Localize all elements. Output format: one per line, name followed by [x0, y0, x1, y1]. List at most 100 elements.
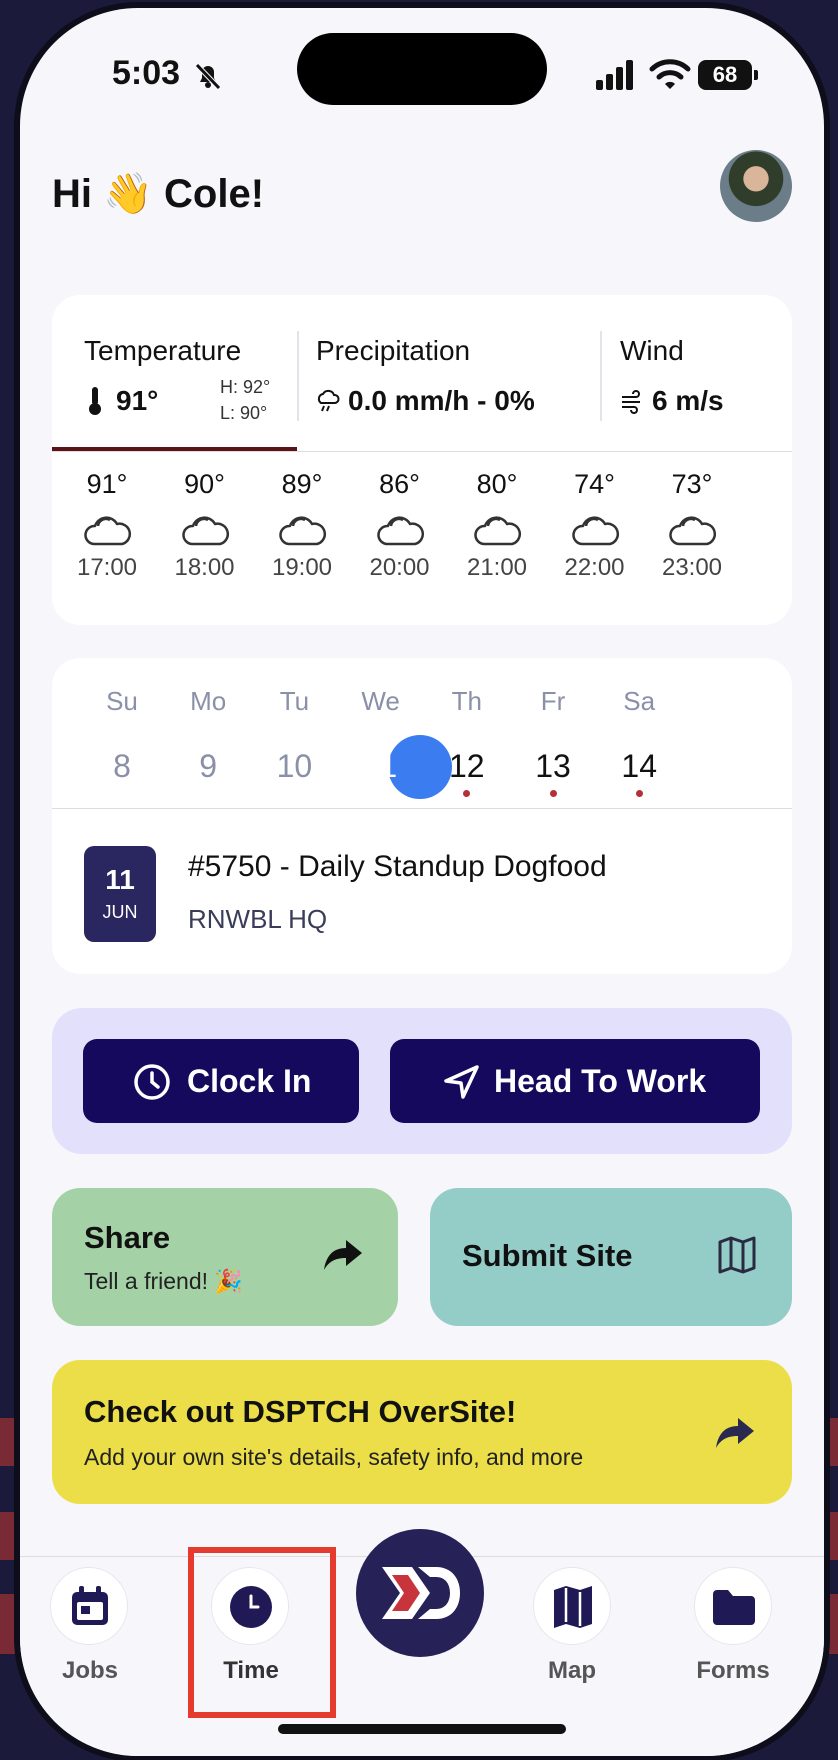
- battery-indicator: 68: [698, 60, 758, 90]
- submit-site-title: Submit Site: [462, 1238, 633, 1273]
- temperature-value: 91°: [116, 385, 159, 416]
- hourly-temperature: 90°: [184, 469, 225, 499]
- event-dot: [463, 790, 471, 797]
- event-dot: [377, 790, 385, 797]
- tab-jobs[interactable]: [50, 1567, 128, 1645]
- phone-screen: 5:03 68 Hi 👋 Cole! Temperature 91° H: 92…: [20, 8, 824, 1756]
- rain-cloud-icon: [317, 389, 340, 412]
- divider: [600, 331, 602, 421]
- day-of-week-label: Su: [106, 686, 138, 716]
- precipitation-value: 0.0 mm/h - 0%: [348, 385, 535, 416]
- cloud-icon: [474, 516, 521, 546]
- wind-value: 6 m/s: [652, 385, 724, 416]
- calendar-card: Su 8 Mo 9 Tu 10 We 11 Th 12 Fr 13 Sa 14 11 JUN #5750 …: [52, 658, 792, 974]
- job-location: RNWBL HQ: [188, 904, 328, 934]
- job-date-month: JUN: [102, 902, 138, 922]
- tab-jobs-label[interactable]: Jobs: [20, 1657, 160, 1685]
- day-number[interactable]: 14: [591, 748, 687, 785]
- day-number[interactable]: 10: [246, 748, 342, 785]
- head-to-work-button[interactable]: Head To Work: [390, 1039, 760, 1123]
- day-number[interactable]: 11: [333, 748, 429, 785]
- hourly-temperature: 80°: [476, 469, 518, 499]
- cloud-icon: [669, 516, 716, 546]
- tab-forms-label[interactable]: Forms: [663, 1657, 803, 1685]
- day-number[interactable]: 13: [505, 748, 601, 785]
- cloud-icon: [181, 516, 229, 546]
- cloud-icon: [571, 516, 619, 546]
- hourly-time: 19:00: [271, 554, 333, 581]
- hourly-forecast: 91° 17:00 90° 18:00 89° 19:00 86° 20:00 80° 21:00…: [52, 469, 792, 609]
- day-of-week-label: Tu: [279, 686, 310, 716]
- day-of-week-label: Fr: [540, 686, 566, 716]
- hourly-forecast-item: 91° 17:00: [59, 469, 155, 582]
- tab-forms[interactable]: [694, 1567, 772, 1645]
- hourly-forecast-item: 80° 21:00: [449, 469, 545, 582]
- event-dot: [635, 790, 643, 797]
- navigation-arrow-icon: [444, 1065, 479, 1099]
- wifi-icon: [649, 59, 691, 89]
- temperature-low: L: 90°: [220, 403, 268, 423]
- bell-muted-icon: [195, 63, 221, 90]
- hourly-time: 23:00: [661, 554, 723, 581]
- day-number[interactable]: 8: [74, 748, 170, 785]
- divider: [52, 808, 792, 809]
- divider: [297, 331, 299, 421]
- action-panel: Clock In Head To Work: [52, 1008, 792, 1154]
- map-icon: [554, 1586, 592, 1628]
- event-dot: [549, 790, 557, 797]
- promo-subtitle: Add your own site's details, safety info…: [84, 1444, 584, 1470]
- job-date-badge: 11 JUN: [84, 846, 156, 942]
- tab-map[interactable]: [533, 1567, 611, 1645]
- temperature-high: H: 92°: [220, 377, 271, 397]
- head-to-work-label: Head To Work: [494, 1063, 707, 1099]
- hourly-forecast-item: 86° 20:00: [352, 469, 448, 582]
- map-icon: [718, 1236, 756, 1274]
- hourly-forecast-item: 73° 23:00: [644, 469, 740, 582]
- day-of-week-label: We: [361, 686, 400, 716]
- dynamic-island: [297, 33, 547, 105]
- status-time: 5:03: [112, 54, 181, 92]
- hourly-forecast-item: 89° 19:00: [254, 469, 350, 582]
- hourly-temperature: 73°: [671, 469, 713, 499]
- oversite-promo-banner[interactable]: Check out DSPTCH OverSite! Add your own …: [52, 1360, 792, 1504]
- hourly-time: 20:00: [369, 554, 430, 581]
- temperature-tab-label[interactable]: Temperature: [84, 335, 241, 367]
- clock-in-label: Clock In: [187, 1063, 312, 1099]
- week-strip: Su 8 Mo 9 Tu 10 We 11 Th 12 Fr 13 Sa 14: [52, 658, 792, 808]
- hourly-temperature: 86°: [379, 469, 420, 499]
- hourly-time: 17:00: [76, 554, 138, 581]
- share-title: Share: [84, 1220, 171, 1255]
- share-subtitle: Tell a friend! 🎉: [84, 1268, 244, 1294]
- cellular-signal-icon: [596, 60, 633, 90]
- share-tile[interactable]: Share Tell a friend! 🎉: [52, 1188, 398, 1326]
- hourly-forecast-item: 74° 22:00: [547, 469, 643, 582]
- hourly-forecast-item: 90° 18:00: [157, 469, 253, 582]
- weather-card: Temperature 91° H: 92° L: 90° Precipitat…: [52, 295, 792, 625]
- day-number[interactable]: 9: [160, 748, 256, 785]
- cloud-icon: [279, 516, 326, 546]
- dsptch-logo-icon: [382, 1567, 460, 1619]
- clock-icon: [134, 1064, 170, 1100]
- avatar[interactable]: [720, 150, 792, 222]
- clock-in-button[interactable]: Clock In: [83, 1039, 359, 1123]
- submit-site-tile[interactable]: Submit Site: [430, 1188, 792, 1326]
- greeting: Hi 👋 Cole!: [52, 172, 265, 216]
- wind-tab-label[interactable]: Wind: [620, 335, 684, 367]
- hourly-time: 18:00: [174, 554, 235, 581]
- tab-map-label[interactable]: Map: [502, 1657, 642, 1685]
- job-title[interactable]: #5750 - Daily Standup Dogfood: [188, 850, 607, 884]
- day-of-week-label: Sa: [623, 686, 656, 716]
- day-number[interactable]: 12: [419, 748, 515, 785]
- share-arrow-icon: [716, 1418, 754, 1448]
- cloud-icon: [376, 516, 424, 546]
- home-indicator: [278, 1724, 566, 1734]
- time-tab-highlight-box: [188, 1547, 336, 1718]
- share-arrow-icon: [324, 1240, 362, 1270]
- battery-level: 68: [698, 60, 752, 90]
- promo-title: Check out DSPTCH OverSite!: [84, 1394, 517, 1429]
- dsptch-logo-button[interactable]: [356, 1529, 484, 1657]
- job-date-day: 11: [105, 864, 135, 895]
- folder-icon: [713, 1590, 755, 1625]
- precipitation-tab-label[interactable]: Precipitation: [316, 335, 470, 367]
- wind-icon: [622, 390, 640, 414]
